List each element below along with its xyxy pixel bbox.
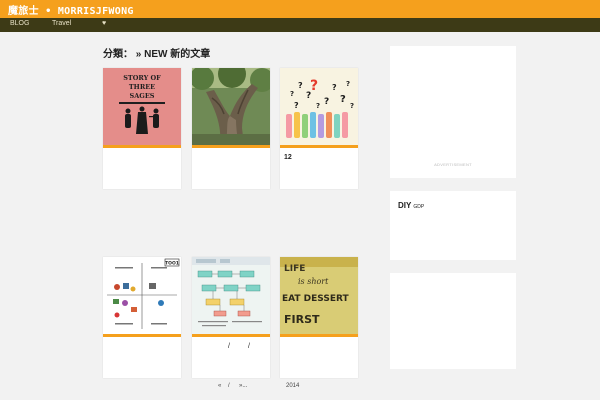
post-thumbnail[interactable]: TOO1 — [103, 257, 181, 334]
svg-text:?: ? — [310, 78, 318, 94]
svg-text:?: ? — [346, 80, 350, 88]
tree-photo — [192, 68, 270, 145]
flowchart-illustration — [192, 257, 270, 327]
card-accent-bar — [103, 334, 181, 337]
sign-line-1: LIFE — [284, 264, 305, 274]
svg-text:?: ? — [324, 97, 329, 107]
post-card[interactable]: LIFE is short EAT DESSERT FIRST — [280, 257, 358, 378]
top-bar: 魔旅士 • MORRISJFWONG — [0, 0, 600, 18]
sidebar-widget: DIY GDP — [390, 191, 516, 260]
sidebar-ad-widget: ADVERTISEMENT — [390, 46, 516, 178]
post-card[interactable]: STORY OF THREE SAGES — [103, 68, 181, 189]
ad-label: ADVERTISEMENT — [434, 162, 472, 167]
post-title[interactable]: 12 — [284, 154, 292, 161]
question-marks-illustration: ? ? ? ? ? ? ? ? ? ? ? — [286, 78, 354, 138]
sidebar-widget-empty — [390, 273, 516, 369]
sign-line-2: is short — [298, 277, 329, 286]
book-cover-illustration: STORY OF THREE SAGES — [119, 74, 165, 134]
card-accent-bar — [192, 145, 270, 148]
svg-text:?: ? — [340, 94, 346, 105]
post-thumbnail[interactable] — [192, 257, 270, 334]
post-thumbnail[interactable]: STORY OF THREE SAGES — [103, 68, 181, 145]
post-card[interactable]: / / — [192, 257, 270, 378]
nav-item-blog[interactable]: BLOG — [10, 20, 29, 27]
quadrant-diagram-illustration: TOO1 — [107, 258, 180, 329]
cover-line-3: SAGES — [130, 92, 155, 100]
svg-text:?: ? — [332, 83, 337, 92]
sign-line-4: FIRST — [284, 313, 320, 326]
svg-text:?: ? — [290, 90, 294, 98]
svg-text:?: ? — [350, 102, 354, 110]
post-title-part[interactable]: / — [248, 343, 250, 350]
post-card[interactable]: ? ? ? ? ? ? ? ? ? ? ? 12 — [280, 68, 358, 189]
post-thumbnail[interactable] — [192, 68, 270, 145]
widget-title-text: DIY — [398, 201, 412, 210]
site-brand[interactable]: 魔旅士 • MORRISJFWONG — [8, 2, 134, 17]
dessert-sign-photo: LIFE is short EAT DESSERT FIRST — [280, 257, 358, 334]
card-accent-bar — [192, 334, 270, 337]
nav-bar: BLOG Travel ♥ — [0, 18, 600, 32]
post-card[interactable] — [192, 68, 270, 189]
pager-separator: / — [228, 383, 230, 389]
pager-prev[interactable]: « — [218, 383, 221, 389]
heart-icon[interactable]: ♥ — [102, 20, 106, 27]
card-accent-bar — [280, 145, 358, 148]
card-accent-bar — [103, 145, 181, 148]
nav-item-travel[interactable]: Travel — [52, 20, 71, 27]
pager-next[interactable]: »... — [239, 383, 247, 389]
card-accent-bar — [280, 334, 358, 337]
cover-line-2: THREE — [129, 83, 155, 91]
diagram-label-box: TOO1 — [165, 261, 179, 267]
category-heading: 分類： » NEW 新的文章 — [103, 49, 211, 60]
post-thumbnail[interactable]: LIFE is short EAT DESSERT FIRST — [280, 257, 358, 334]
widget-title-suffix: GDP — [413, 204, 425, 210]
widget-title: DIY GDP — [398, 201, 424, 210]
post-title-part[interactable]: / — [228, 343, 230, 350]
post-thumbnail[interactable]: ? ? ? ? ? ? ? ? ? ? ? — [280, 68, 358, 145]
svg-text:?: ? — [294, 101, 299, 110]
post-card[interactable]: TOO1 — [103, 257, 181, 378]
svg-text:?: ? — [298, 81, 303, 90]
svg-text:?: ? — [316, 102, 320, 110]
cover-line-1: STORY OF — [123, 74, 161, 82]
sign-line-3: EAT DESSERT — [282, 294, 350, 304]
pager-year[interactable]: 2014 — [286, 383, 299, 389]
